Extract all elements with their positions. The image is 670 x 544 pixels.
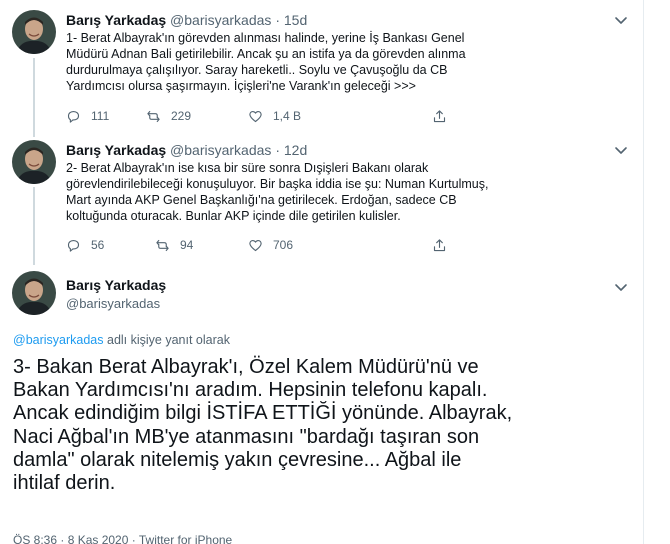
like-button[interactable]: 1,4 B xyxy=(248,107,301,125)
tweet-text: 2- Berat Albayrak'ın ise kısa bir süre s… xyxy=(66,160,506,224)
tweet-text-line: Mart ayında AKP Genel Başkanlığı'na geti… xyxy=(66,193,457,207)
tweet-timestamp[interactable]: ÖS 8:36 · 8 Kas 2020 · Twitter for iPhon… xyxy=(13,533,232,544)
reply-count: 111 xyxy=(91,109,110,123)
author-handle[interactable]: @barisyarkadas xyxy=(170,12,271,28)
heart-icon xyxy=(249,110,262,122)
tweet-text-line: ihtilaf derin. xyxy=(13,472,116,495)
share-button[interactable] xyxy=(432,107,457,125)
replying-to: @barisyarkadas adlı kişiye yanıt olarak xyxy=(13,333,230,347)
timeline-border xyxy=(643,0,644,544)
author-name[interactable]: Barış Yarkadaş xyxy=(66,12,166,28)
tweet-time[interactable]: 12d xyxy=(284,142,307,158)
like-count: 706 xyxy=(273,238,294,252)
tweet-text-line: Yardımcısı olursa şaşırmayın. İçişleri'n… xyxy=(66,79,416,93)
chevron-down-icon[interactable] xyxy=(612,141,630,159)
tweet-text-line: Ancak edindiğim bilgi İSTİFA ETTİĞİ yönü… xyxy=(13,402,513,425)
chevron-down-icon[interactable] xyxy=(612,11,630,29)
author-handle[interactable]: @barisyarkadas xyxy=(170,142,271,158)
like-count: 1,4 B xyxy=(273,109,302,123)
like-button[interactable]: 706 xyxy=(248,236,293,254)
separator-dot: · xyxy=(275,12,280,28)
retweet-button[interactable]: 229 xyxy=(146,107,191,125)
retweet-count: 229 xyxy=(171,109,192,123)
tweet-2[interactable]: Barış Yarkadaş @barisyarkadas · 12d 2- B… xyxy=(0,137,643,265)
tweet-text-line: durdurulmaya çalışılıyor. Saray hareketl… xyxy=(66,63,448,77)
separator-dot: · xyxy=(275,142,280,158)
replying-to-label: adlı kişiye yanıt olarak xyxy=(103,333,230,347)
tweet-header: Barış Yarkadaş @barisyarkadas · 15d xyxy=(66,11,307,29)
share-icon xyxy=(433,109,446,122)
reply-count: 56 xyxy=(91,238,105,252)
tweet-header: Barış Yarkadaş @barisyarkadas · 12d xyxy=(66,141,307,159)
chevron-down-icon[interactable] xyxy=(612,278,630,296)
tweet-text-line: 3- Bakan Berat Albayrak'ı, Özel Kalem Mü… xyxy=(13,356,479,378)
tweet-text-line: Naci Ağbal'ın MB'ye atanmasını "bardağı … xyxy=(13,425,480,448)
tweet-text-line: Bakan Yardımcısı'nı aradım. Hepsinin tel… xyxy=(13,379,488,402)
reply-button[interactable]: 111 xyxy=(66,107,109,125)
author-handle[interactable]: @barisyarkadas xyxy=(66,296,160,311)
retweet-icon xyxy=(147,110,160,122)
tweet-text-line: Müdürü Adnan Bali getirilebilir. Ancak ş… xyxy=(66,47,466,61)
tweet-1[interactable]: Barış Yarkadaş @barisyarkadas · 15d 1- B… xyxy=(0,0,643,137)
avatar[interactable] xyxy=(12,271,56,315)
tweet-text-line: 1- Berat Albayrak'ın görevden alınması h… xyxy=(66,31,465,45)
avatar[interactable] xyxy=(12,10,56,54)
reply-button[interactable]: 56 xyxy=(66,236,104,254)
share-button[interactable] xyxy=(432,236,457,254)
tweet-text-line: damla" olarak nitelemiş yakın çevresine.… xyxy=(13,448,462,471)
replying-to-link[interactable]: @barisyarkadas xyxy=(13,333,104,347)
tweet-text-line: 2- Berat Albayrak'ın ise kısa bir süre s… xyxy=(66,161,429,175)
heart-icon xyxy=(249,239,262,251)
share-icon xyxy=(433,238,446,251)
tweet-time[interactable]: 15d xyxy=(284,12,307,28)
main-tweet-text: 3- Bakan Berat Albayrak'ı, Özel Kalem Mü… xyxy=(13,356,633,495)
author-name[interactable]: Barış Yarkadaş xyxy=(66,142,166,158)
tweet-thread: Barış Yarkadaş @barisyarkadas · 15d 1- B… xyxy=(0,0,670,544)
tweet-actions: 56 94 706 xyxy=(66,236,486,254)
reply-icon xyxy=(67,110,80,123)
avatar[interactable] xyxy=(12,140,56,184)
tweet-text: 1- Berat Albayrak'ın görevden alınması h… xyxy=(66,30,506,94)
tweet-actions: 111 229 1,4 B xyxy=(66,107,486,125)
author-name[interactable]: Barış Yarkadaş xyxy=(66,277,166,293)
tweet-text-line: koltuğunda oturacak. Bunlar AKP içinde d… xyxy=(66,209,401,223)
retweet-count: 94 xyxy=(180,238,194,252)
tweet-text-line: görevlendirilebileceği konuşuluyor. Bir … xyxy=(66,177,489,191)
retweet-icon xyxy=(156,239,169,251)
reply-icon xyxy=(67,239,80,252)
retweet-button[interactable]: 94 xyxy=(155,236,193,254)
